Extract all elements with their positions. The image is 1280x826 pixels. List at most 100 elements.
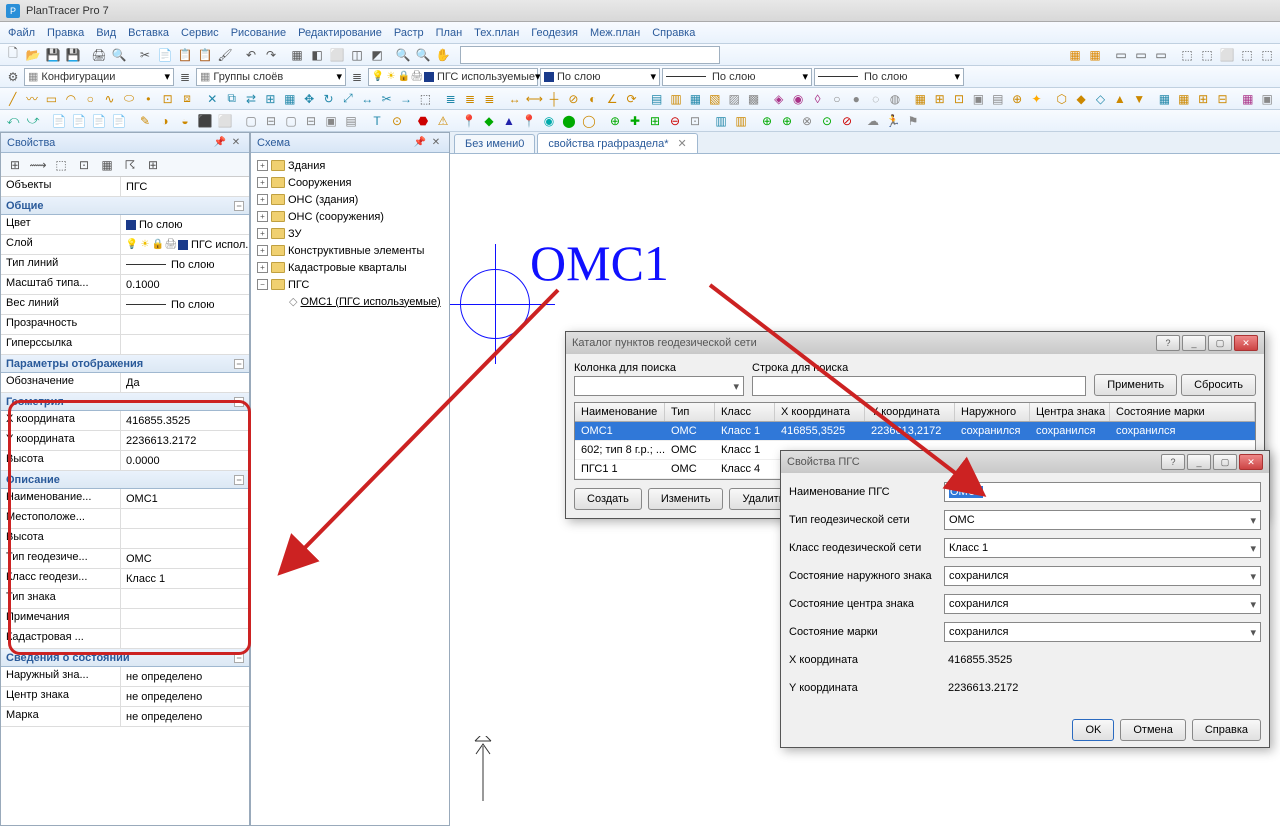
geo-bar-b-icon[interactable]: ▥: [732, 112, 750, 130]
prop-objects-value[interactable]: ПГС: [121, 177, 249, 196]
move-icon[interactable]: ✥: [300, 90, 317, 108]
form-combo[interactable]: сохранился: [944, 594, 1261, 614]
form-input[interactable]: ОМС1: [944, 482, 1261, 502]
misc-d-icon[interactable]: ○: [828, 90, 845, 108]
geo-pin-c-icon[interactable]: ◉: [540, 112, 558, 130]
pin-icon[interactable]: 📌: [213, 136, 227, 150]
geo-circ-e-icon[interactable]: ⊘: [838, 112, 856, 130]
geo-add-b-icon[interactable]: ✚: [626, 112, 644, 130]
tbl-b-icon[interactable]: ▦: [1086, 46, 1104, 64]
select-icon[interactable]: ⬚: [417, 90, 434, 108]
search-string-input[interactable]: [752, 376, 1086, 396]
misc-a-icon[interactable]: ◈: [770, 90, 787, 108]
undo-icon[interactable]: ↶: [242, 46, 260, 64]
menu-view[interactable]: Вид: [96, 27, 116, 39]
line-icon[interactable]: ╱: [4, 90, 21, 108]
geo-pin-r-icon[interactable]: 📍: [460, 112, 478, 130]
ok-button[interactable]: OK: [1072, 719, 1114, 741]
scheme-d-icon[interactable]: ⬚: [1238, 46, 1256, 64]
geo-bar-a-icon[interactable]: ▥: [712, 112, 730, 130]
catalog-dialog-titlebar[interactable]: Каталог пунктов геодезической сети ? _ ▢…: [566, 332, 1264, 354]
prop-designation[interactable]: Да: [121, 373, 249, 392]
prop-ycoord[interactable]: 2236613.2172: [121, 431, 249, 450]
tree-item[interactable]: +ОНС (здания): [255, 191, 445, 208]
geo-draw-c-icon[interactable]: ◒: [176, 112, 194, 130]
pin-icon[interactable]: 📌: [413, 136, 427, 150]
geo-t-a-icon[interactable]: T: [368, 112, 386, 130]
dim-g-icon[interactable]: ⟳: [623, 90, 640, 108]
tree-item[interactable]: +Сооружения: [255, 174, 445, 191]
pan-icon[interactable]: ✋: [434, 46, 452, 64]
clipboard-icon[interactable]: 📋: [196, 46, 214, 64]
hatch-a-icon[interactable]: ▦: [912, 90, 929, 108]
tree-item[interactable]: +ЗУ: [255, 225, 445, 242]
geo-circ-a-icon[interactable]: ⊕: [758, 112, 776, 130]
preview-icon[interactable]: 🔍: [110, 46, 128, 64]
hatch-b-icon[interactable]: ⊞: [931, 90, 948, 108]
prop-height[interactable]: 0.0000: [121, 451, 249, 470]
list-a-icon[interactable]: ≣: [442, 90, 459, 108]
grp-c-icon[interactable]: ▦: [687, 90, 704, 108]
geo-doc-b-icon[interactable]: 📄: [70, 112, 88, 130]
obj-b-icon[interactable]: ◆: [1072, 90, 1089, 108]
layers-combo[interactable]: ▦ Группы слоёв ▾: [196, 68, 346, 86]
menu-geodesy[interactable]: Геодезия: [531, 27, 578, 39]
config-combo[interactable]: ▦ Конфигурации ▾: [24, 68, 174, 86]
prop-linetype[interactable]: По слою: [121, 255, 249, 274]
prop-linescale[interactable]: 0.1000: [121, 275, 249, 294]
scale-icon[interactable]: ⤢: [339, 90, 356, 108]
config-icon[interactable]: ⚙: [4, 68, 22, 86]
offset-icon[interactable]: ⊞: [262, 90, 279, 108]
geo-pin-g-icon[interactable]: ◆: [480, 112, 498, 130]
command-input[interactable]: [460, 46, 720, 64]
rotate-icon[interactable]: ↻: [320, 90, 337, 108]
prop-hyperlink[interactable]: [121, 335, 249, 354]
geo-stop-icon[interactable]: ⬣: [414, 112, 432, 130]
dim-c-icon[interactable]: ┼: [545, 90, 562, 108]
geo-draw-e-icon[interactable]: ⬜: [216, 112, 234, 130]
maximize-icon[interactable]: ▢: [1213, 454, 1237, 470]
props-icon-c[interactable]: ⬚: [51, 155, 71, 175]
prop-cadastral[interactable]: [121, 629, 249, 648]
zoom-extents-icon[interactable]: 🔍: [414, 46, 432, 64]
print-icon[interactable]: 🖨: [90, 46, 108, 64]
tool-e-icon[interactable]: ◩: [368, 46, 386, 64]
props-icon-e[interactable]: ▦: [97, 155, 117, 175]
menu-insert[interactable]: Вставка: [128, 27, 169, 39]
geo-box-f-icon[interactable]: ▤: [342, 112, 360, 130]
tool-b-icon[interactable]: ◧: [308, 46, 326, 64]
prop-outer[interactable]: не определено: [121, 667, 249, 686]
erase-icon[interactable]: ✕: [204, 90, 221, 108]
grp-f-icon[interactable]: ▩: [745, 90, 762, 108]
end-c-icon[interactable]: ⊞: [1195, 90, 1212, 108]
tree-item[interactable]: ◇ОМС1 (ПГС используемые): [255, 293, 445, 310]
prop-geo-class[interactable]: Класс 1: [121, 569, 249, 588]
maximize-icon[interactable]: ▢: [1208, 335, 1232, 351]
layers-icon[interactable]: ≣: [176, 68, 194, 86]
win-c-icon[interactable]: ▭: [1152, 46, 1170, 64]
section-status[interactable]: Сведения о состоянии−: [1, 649, 249, 667]
geo-draw-b-icon[interactable]: ◑: [156, 112, 174, 130]
misc-c-icon[interactable]: ◊: [809, 90, 826, 108]
copy-icon[interactable]: 📄: [156, 46, 174, 64]
tree-toggle-icon[interactable]: +: [257, 262, 268, 273]
tbl-a-icon[interactable]: ▦: [1066, 46, 1084, 64]
create-button[interactable]: Создать: [574, 488, 642, 510]
edit-button[interactable]: Изменить: [648, 488, 724, 510]
color-combo[interactable]: По слою ▾: [540, 68, 660, 86]
geo-box-d-icon[interactable]: ⊟: [302, 112, 320, 130]
ellipse-icon[interactable]: ⬭: [120, 90, 137, 108]
geo-pin-b-icon[interactable]: ▲: [500, 112, 518, 130]
end-b-icon[interactable]: ▦: [1175, 90, 1192, 108]
zoom-window-icon[interactable]: 🔍: [394, 46, 412, 64]
prop-notes[interactable]: [121, 609, 249, 628]
tree-item[interactable]: +Здания: [255, 157, 445, 174]
prop-center[interactable]: не определено: [121, 687, 249, 706]
extra2-icon[interactable]: ⧈: [178, 90, 195, 108]
geo-pin-p-icon[interactable]: 📍: [520, 112, 538, 130]
tree-toggle-icon[interactable]: +: [257, 177, 268, 188]
tree-toggle-icon[interactable]: −: [257, 279, 268, 290]
dim-e-icon[interactable]: ◐: [584, 90, 601, 108]
trim-icon[interactable]: ✂: [378, 90, 395, 108]
geo-box-e-icon[interactable]: ▣: [322, 112, 340, 130]
